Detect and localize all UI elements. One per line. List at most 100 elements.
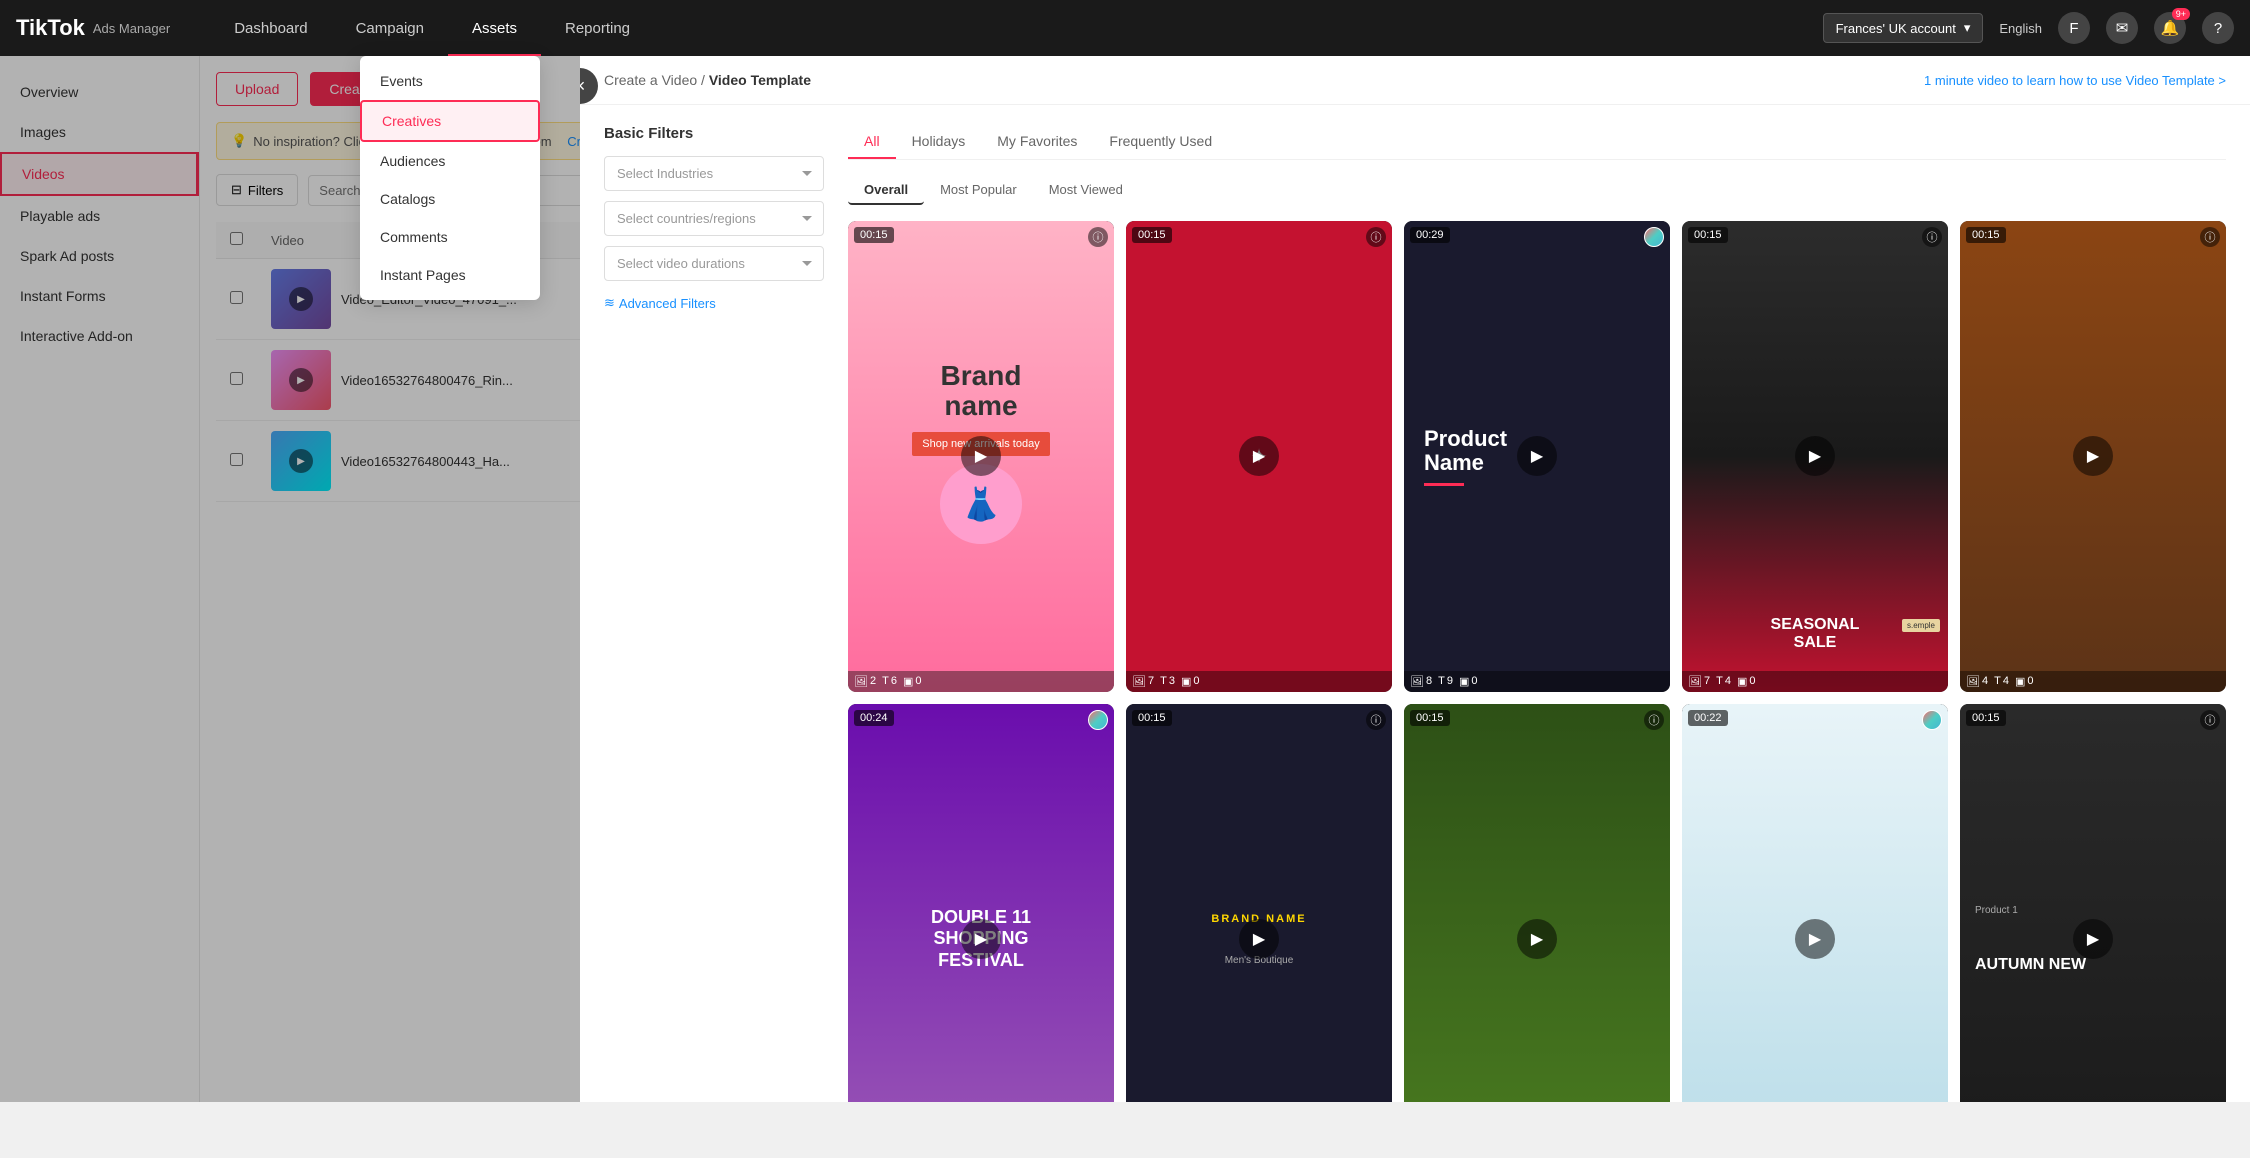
advanced-filters-label: Advanced Filters	[619, 296, 716, 311]
templates-column: All Holidays My Favorites Frequently Use…	[848, 125, 2226, 1102]
card-color-badge-2	[1644, 227, 1664, 247]
tiktok-logo: TikTok	[16, 15, 85, 41]
chevron-down-icon: ▾	[1964, 20, 1971, 36]
card-play-3[interactable]: ▶	[1795, 436, 1835, 476]
video-icon-1: ▣	[1181, 675, 1191, 688]
nav-campaign[interactable]: Campaign	[332, 0, 448, 56]
card-play-8[interactable]: ▶	[1795, 919, 1835, 959]
notifications-button[interactable]: 🔔 9+	[2154, 12, 2186, 44]
nav-assets[interactable]: Assets	[448, 0, 541, 56]
tab-frequently-used[interactable]: Frequently Used	[1093, 125, 1228, 159]
card-play-7[interactable]: ▶	[1517, 919, 1557, 959]
main-tabs: All Holidays My Favorites Frequently Use…	[848, 125, 2226, 160]
language-label[interactable]: English	[1999, 21, 2042, 36]
dropdown-item-creatives[interactable]: Creatives	[360, 100, 540, 142]
notification-badge: 9+	[2172, 8, 2190, 20]
video-icon-2: ▣	[1459, 675, 1469, 688]
template-card-9[interactable]: Product 1 AUTUMN NEW 00:15 ⓘ ▶ 🖼 4 T 5	[1960, 704, 2226, 1102]
card-footer-2: 🖼 8 T 9 ▣ 0	[1404, 671, 1670, 692]
template-card-6[interactable]: BRAND NAME Men's Boutique 00:15 ⓘ ▶ 🖼 4 …	[1126, 704, 1392, 1102]
breadcrumb-separator: /	[701, 72, 709, 88]
card-duration-9: 00:15	[1966, 710, 2006, 726]
template-card-4[interactable]: 00:15 ⓘ ▶ 🖼 4 T 4 ▣ 0	[1960, 221, 2226, 692]
dropdown-menu: Events Creatives Audiences Catalogs Comm…	[360, 56, 540, 300]
template-card-7[interactable]: 00:15 ⓘ ▶ 🖼 2 T 4 ▣ 0	[1404, 704, 1670, 1102]
card-info-6[interactable]: ⓘ	[1366, 710, 1386, 730]
breadcrumb: Create a Video / Video Template	[604, 72, 811, 88]
card-duration-7: 00:15	[1410, 710, 1450, 726]
card-duration-5: 00:24	[854, 710, 894, 726]
messages-icon: ✉	[2116, 19, 2129, 37]
nav-dashboard[interactable]: Dashboard	[210, 0, 331, 56]
video-template-modal: × Create a Video / Video Template 1 minu…	[580, 56, 2250, 1102]
text-icon-1: T	[1160, 675, 1167, 687]
card-duration-2: 00:29	[1410, 227, 1450, 243]
dropdown-item-comments[interactable]: Comments	[360, 218, 540, 256]
card-background-8	[1682, 704, 1948, 1102]
duration-select[interactable]: Select video durations	[604, 246, 824, 281]
card-play-4[interactable]: ▶	[2073, 436, 2113, 476]
filters-column: Basic Filters Select Industries Select c…	[604, 125, 824, 1102]
card-footer-0: 🖼 2 T 6 ▣ 0	[848, 671, 1114, 692]
sub-tab-most-popular[interactable]: Most Popular	[924, 176, 1033, 205]
dropdown-item-audiences[interactable]: Audiences	[360, 142, 540, 180]
dropdown-item-instant-pages[interactable]: Instant Pages	[360, 256, 540, 294]
card-duration-1: 00:15	[1132, 227, 1172, 243]
card-color-badge-5	[1088, 710, 1108, 730]
image-icon-2: 🖼	[1410, 675, 1424, 688]
template-card-1[interactable]: ✦ 00:15 ⓘ ▶ 🖼 7 T 3 ▣ 0	[1126, 221, 1392, 692]
image-icon-3: 🖼	[1688, 675, 1702, 688]
card-background-9: Product 1 AUTUMN NEW	[1960, 704, 2226, 1102]
dropdown-item-catalogs[interactable]: Catalogs	[360, 180, 540, 218]
card-info-4[interactable]: ⓘ	[2200, 227, 2220, 247]
tab-all[interactable]: All	[848, 125, 896, 159]
image-icon-4: 🖼	[1966, 675, 1980, 688]
sub-tabs: Overall Most Popular Most Viewed	[848, 176, 2226, 205]
video-icon-4: ▣	[2015, 675, 2025, 688]
sub-tab-overall[interactable]: Overall	[848, 176, 924, 205]
template-card-8[interactable]: 00:22 ▶ 🖼 7 T 4 ▣ 0	[1682, 704, 1948, 1102]
messages-button[interactable]: ✉	[2106, 12, 2138, 44]
template-card-5[interactable]: DOUBLE 11SHOPPINGFESTIVAL 00:24 ▶ 🖼 13 T…	[848, 704, 1114, 1102]
video-icon-3: ▣	[1737, 675, 1747, 688]
advanced-filters-link[interactable]: ≋ Advanced Filters	[604, 295, 824, 311]
basic-filters-title: Basic Filters	[604, 125, 824, 142]
card-background-7	[1404, 704, 1670, 1102]
breadcrumb-current: Video Template	[709, 72, 811, 88]
card-info-7[interactable]: ⓘ	[1644, 710, 1664, 730]
video-icon: ▣	[903, 675, 913, 688]
account-selector[interactable]: Frances' UK account ▾	[1823, 13, 1984, 43]
card-info-9[interactable]: ⓘ	[2200, 710, 2220, 730]
nav-reporting[interactable]: Reporting	[541, 0, 654, 56]
learn-link[interactable]: 1 minute video to learn how to use Video…	[1924, 73, 2226, 88]
dropdown-item-events[interactable]: Events	[360, 62, 540, 100]
image-icon: 🖼	[854, 675, 868, 688]
logo-area[interactable]: TikTok Ads Manager	[16, 15, 170, 41]
card-info-0[interactable]: ⓘ	[1088, 227, 1108, 247]
content-area: Upload Create 💡 No inspiration? Click he…	[200, 56, 2250, 1102]
template-card-3[interactable]: s.emple SEASONALSALE 00:15 ⓘ ▶ 🖼 7 T 4	[1682, 221, 1948, 692]
text-icon-2: T	[1438, 675, 1445, 687]
card-info-3[interactable]: ⓘ	[1922, 227, 1942, 247]
tab-holidays[interactable]: Holidays	[896, 125, 982, 159]
industry-select[interactable]: Select Industries	[604, 156, 824, 191]
card-background-6: BRAND NAME Men's Boutique	[1126, 704, 1392, 1102]
country-select[interactable]: Select countries/regions	[604, 201, 824, 236]
tab-my-favorites[interactable]: My Favorites	[981, 125, 1093, 159]
card-play-9[interactable]: ▶	[2073, 919, 2113, 959]
avatar-button[interactable]: F	[2058, 12, 2090, 44]
card-play-1[interactable]: ▶	[1239, 436, 1279, 476]
card-play-2[interactable]: ▶	[1517, 436, 1557, 476]
card-info-1[interactable]: ⓘ	[1366, 227, 1386, 247]
card-play-0[interactable]: ▶	[961, 436, 1001, 476]
sub-tab-most-viewed[interactable]: Most Viewed	[1033, 176, 1139, 205]
card-play-5[interactable]: ▶	[961, 919, 1001, 959]
template-card-2[interactable]: ProductName 00:29 ▶ 🖼 8 T 9	[1404, 221, 1670, 692]
card-play-6[interactable]: ▶	[1239, 919, 1279, 959]
help-button[interactable]: ?	[2202, 12, 2234, 44]
card-color-badge-8	[1922, 710, 1942, 730]
card-duration-8: 00:22	[1688, 710, 1728, 726]
template-card-0[interactable]: Brandname Shop new arrivals today 👗 00:1…	[848, 221, 1114, 692]
card-footer-3: 🖼 7 T 4 ▣ 0	[1682, 671, 1948, 692]
text-icon: T	[882, 675, 889, 687]
